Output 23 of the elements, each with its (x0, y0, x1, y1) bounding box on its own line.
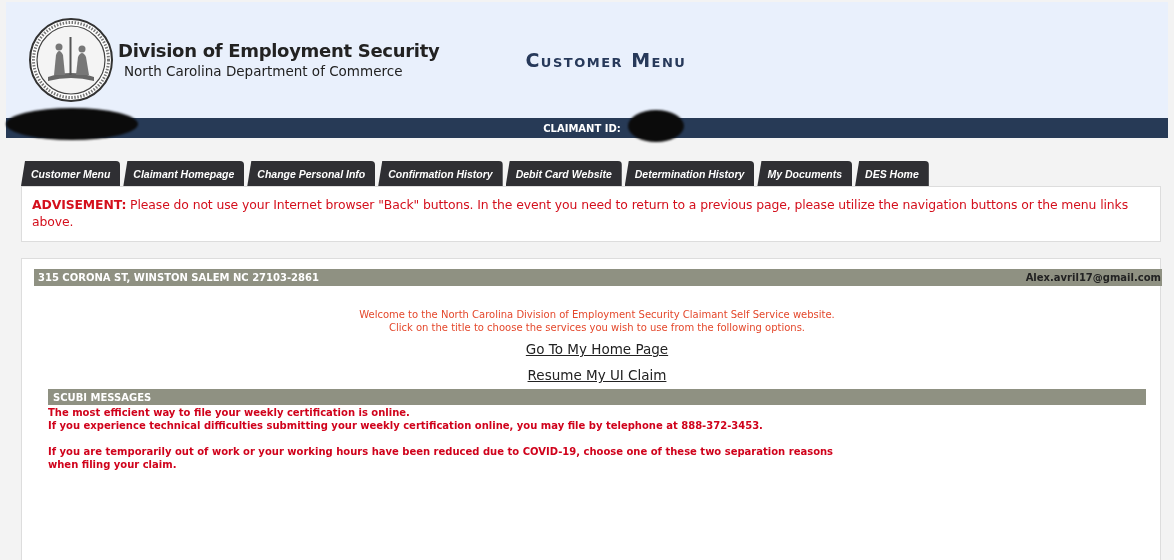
nav-tab[interactable]: My Documents (757, 161, 853, 186)
address-text: 315 CORONA ST, WINSTON SALEM NC 27103-2861 (38, 272, 319, 283)
agency-name: Division of Employment Security (118, 39, 440, 61)
nav-tab[interactable]: Change Personal Info (247, 161, 376, 186)
nav-tab[interactable]: Determination History (624, 161, 755, 186)
nav-tab[interactable]: Claimant Homepage (123, 161, 245, 186)
nav-tab[interactable]: Confirmation History (378, 161, 503, 186)
email-text: Alex.avril17@gmail.com (1025, 272, 1161, 283)
message-text: If you experience technical difficulties submitting your weekly certification online, you may file by telephone at 888-372-3453. (48, 419, 764, 432)
menu-link[interactable]: Resume My UI Claim (527, 367, 667, 383)
menu-link[interactable]: Go To My Home Page (525, 341, 669, 357)
message-text: The most efficient way to file your weekly certification is online. (48, 406, 411, 419)
welcome-text: Click on the title to choose the services you wish to use from the following options. (388, 321, 806, 334)
nav-tab[interactable]: Customer Menu (21, 161, 121, 186)
advisement-text: ADVISEMENT: Please do not use your Internet browser "Back" buttons. In the event you need to return to a previous page, please utilize the navigation buttons or the menu links above. (32, 196, 1130, 230)
welcome-text: Welcome to the North Carolina Division of Employment Security Claimant Self Service website. (359, 308, 835, 321)
messages-title: SCUBI MESSAGES (53, 391, 152, 403)
nav-tab[interactable]: DES Home (855, 161, 929, 186)
department-name: North Carolina Department of Commerce (124, 62, 404, 79)
claimant-id-label: CLAIMANT ID: (543, 122, 621, 134)
message-text: If you are temporarily out of work or your working hours have been reduced due to COVID-19, choose one of these two separation reasons when filing your claim. (48, 445, 835, 471)
page-title: Customer Menu (525, 49, 687, 71)
nav-tab[interactable]: Debit Card Website (505, 161, 622, 186)
